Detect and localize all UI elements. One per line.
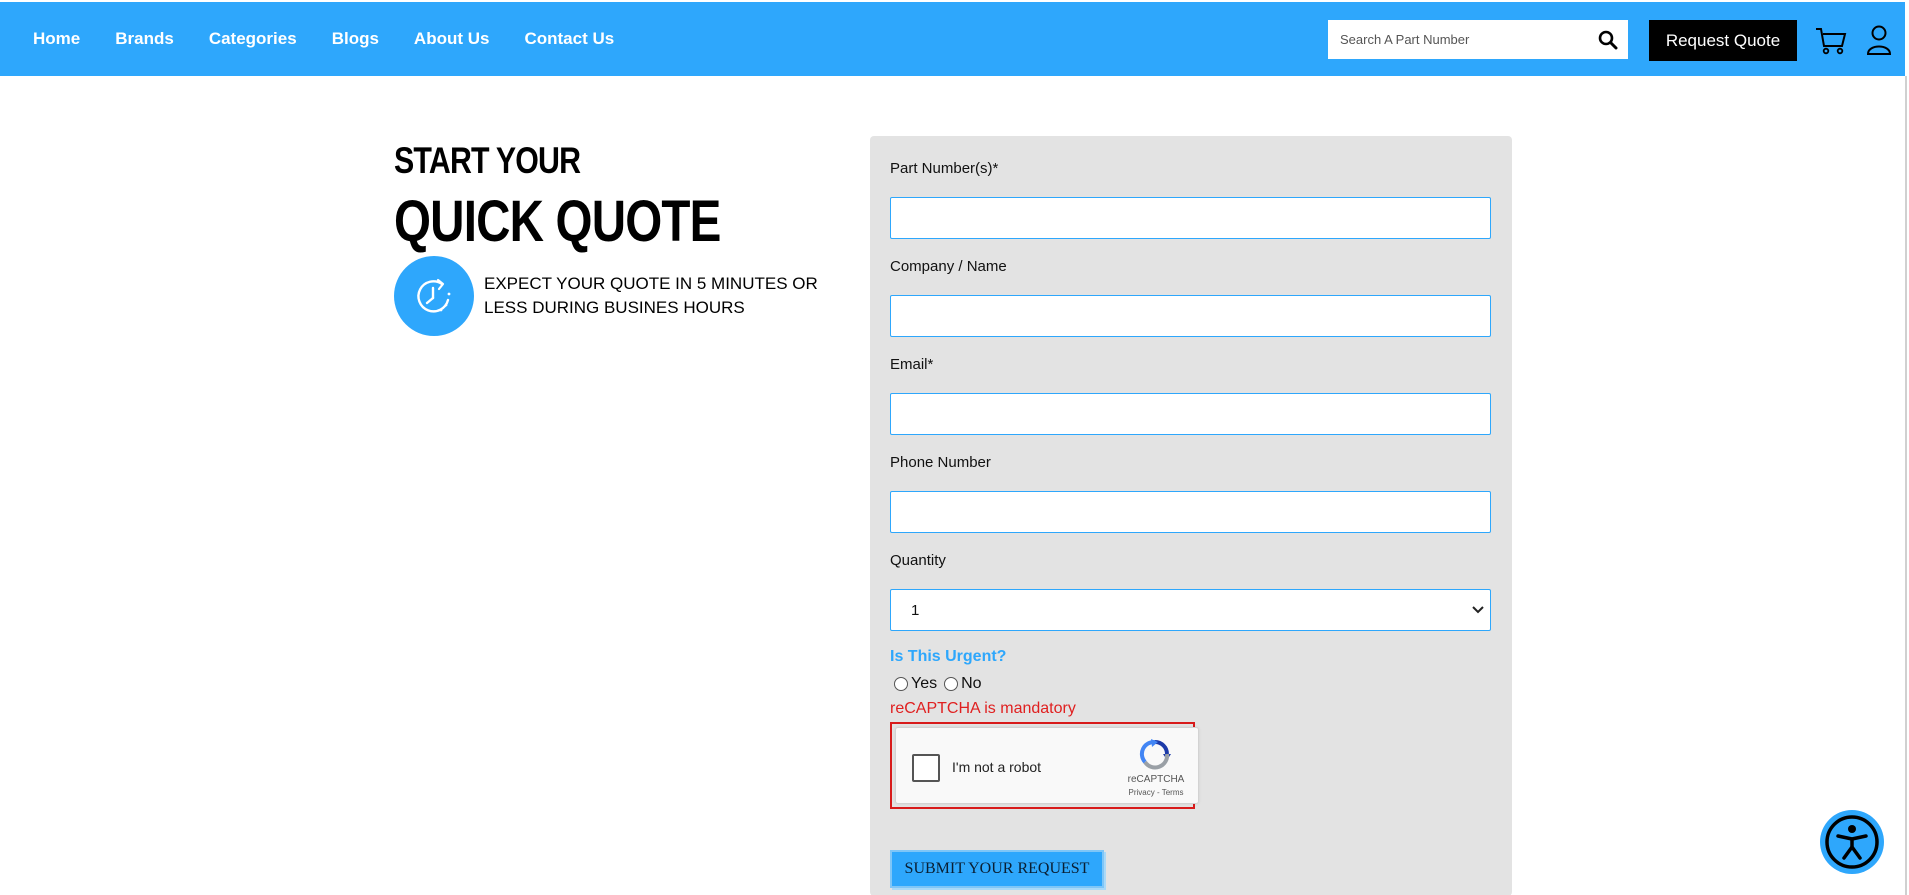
recaptcha-label: I'm not a robot [952,759,1042,775]
chevron-down-icon [1472,606,1484,614]
heading-start-your: START YOUR [394,140,581,181]
urgent-question: Is This Urgent? [890,648,1007,665]
captcha-error-message: reCAPTCHA is mandatory [890,700,1076,717]
search-box [1328,20,1628,59]
phone-input[interactable] [891,492,1490,532]
phone-label: Phone Number [890,454,991,471]
quote-time-note: EXPECT YOUR QUOTE IN 5 MINUTES OR LESS D… [484,274,818,317]
urgent-radio-group: Yes No [894,675,989,693]
submit-request-button[interactable]: SUBMIT YOUR REQUEST [890,850,1104,888]
main-nav: Home Brands Categories Blogs About Us Co… [33,2,614,76]
quantity-label: Quantity [890,552,946,569]
page-edge-divider [1905,76,1907,895]
urgent-no-radio[interactable] [944,677,959,691]
recaptcha-logo-icon [1137,738,1173,770]
email-label: Email* [890,356,934,373]
nav-categories[interactable]: Categories [209,29,297,49]
recaptcha-brand: reCAPTCHA [1127,774,1185,785]
part-number-input[interactable] [891,198,1490,238]
request-quote-button[interactable]: Request Quote [1649,20,1797,61]
cart-icon[interactable] [1814,26,1848,56]
clock-icon [394,256,474,336]
heading-quick-quote: QUICK QUOTE [394,189,721,254]
search-icon[interactable] [1588,20,1628,59]
urgent-yes-radio[interactable] [894,677,908,691]
quantity-select[interactable]: 1 [890,589,1491,631]
quantity-value: 1 [911,601,920,619]
phone-field-wrap [890,491,1491,533]
urgent-yes-label: Yes [911,675,938,692]
captcha-error-frame: I'm not a robot reCAPTCHA Privacy - Term… [890,722,1199,809]
company-input[interactable] [891,296,1490,336]
part-number-label: Part Number(s)* [890,160,999,177]
recaptcha-widget: I'm not a robot reCAPTCHA Privacy - Term… [895,727,1199,804]
company-label: Company / Name [890,258,1007,275]
nav-brands[interactable]: Brands [115,29,174,49]
urgent-no-label: No [961,675,982,692]
email-input[interactable] [891,394,1490,434]
user-icon[interactable] [1864,24,1894,56]
recaptcha-links[interactable]: Privacy - Terms [1116,788,1196,797]
accessibility-icon[interactable] [1820,810,1884,874]
search-input[interactable] [1328,20,1588,59]
email-field-wrap [890,393,1491,435]
nav-contact-us[interactable]: Contact Us [524,29,614,49]
nav-about-us[interactable]: About Us [414,29,490,49]
recaptcha-checkbox[interactable] [912,754,940,782]
nav-blogs[interactable]: Blogs [332,29,379,49]
nav-home[interactable]: Home [33,29,80,49]
top-navigation-bar: Home Brands Categories Blogs About Us Co… [0,2,1905,76]
part-number-field-wrap [890,197,1491,239]
company-field-wrap [890,295,1491,337]
